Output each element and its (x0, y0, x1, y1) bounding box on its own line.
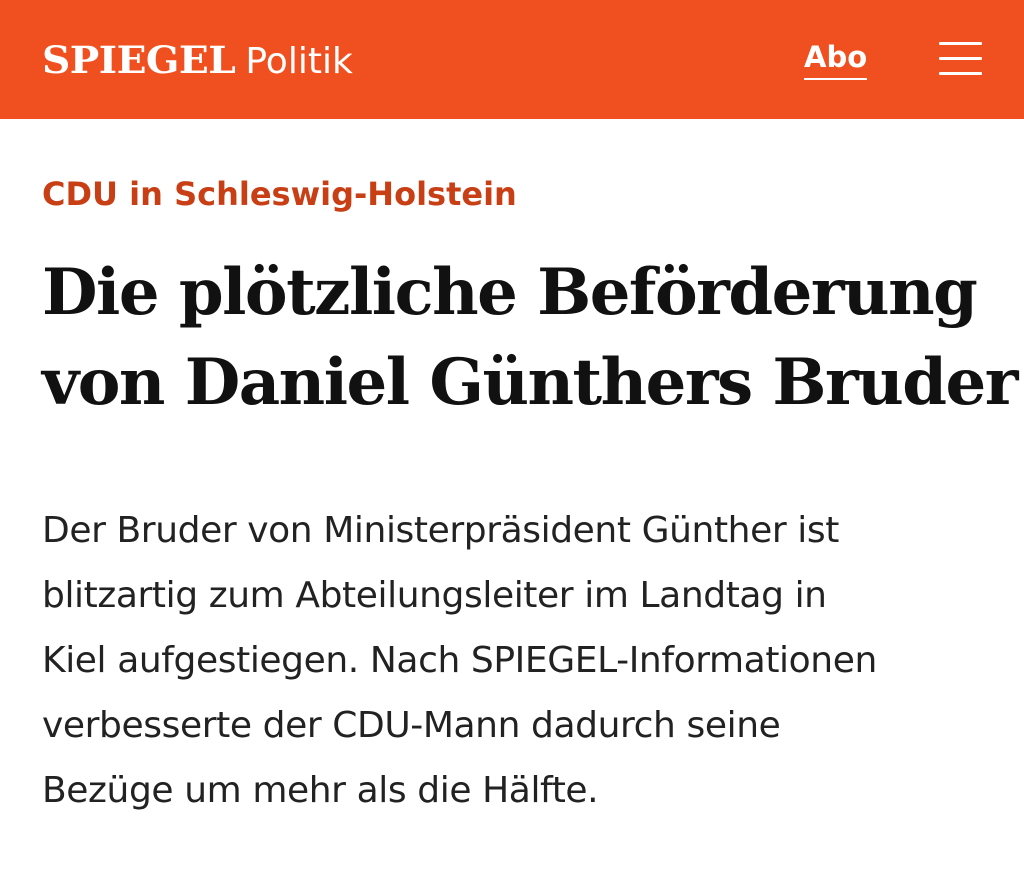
teaser-line: Der Bruder von Ministerpräsident Günther… (42, 510, 839, 551)
article-headline[interactable]: Die plötzliche Beförderung von Daniel Gü… (42, 248, 1018, 428)
menu-line (939, 42, 982, 45)
teaser-line: verbesserte der CDU-Mann dadurch seine (42, 705, 781, 746)
brand: SPIEGEL Politik (42, 34, 353, 86)
hamburger-menu-icon[interactable] (934, 40, 988, 80)
spiegel-logo[interactable]: SPIEGEL (42, 34, 236, 86)
menu-line (939, 72, 982, 75)
teaser-line: Kiel aufgestiegen. Nach SPIEGEL-Informat… (42, 640, 877, 681)
article-teaser: Der Bruder von Ministerpräsident Günther… (42, 498, 1002, 823)
headline-line: von Daniel Günthers Bruder (42, 345, 1018, 420)
section-label[interactable]: Politik (245, 36, 352, 88)
menu-line (939, 57, 982, 60)
teaser-line: Bezüge um mehr als die Hälfte. (42, 770, 599, 811)
teaser-line: blitzartig zum Abteilungsleiter im Landt… (42, 575, 827, 616)
abo-link[interactable]: Abo (804, 39, 868, 80)
site-header: SPIEGEL Politik Abo (0, 0, 1024, 119)
headline-line: Die plötzliche Beförderung (42, 255, 978, 330)
article-kicker[interactable]: CDU in Schleswig-Holstein (42, 174, 517, 214)
